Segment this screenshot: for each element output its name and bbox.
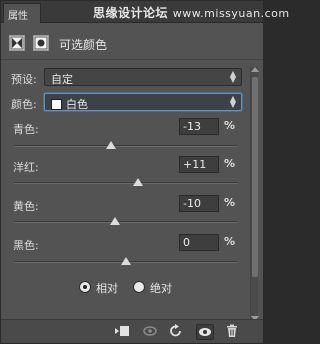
- properties-tab[interactable]: 属性: [3, 3, 41, 23]
- reset-icon[interactable]: [167, 324, 185, 340]
- watermark: 思缘设计论坛 www.missyuan.com: [93, 4, 290, 21]
- magenta-percent: %: [224, 157, 236, 170]
- magenta-slider-thumb[interactable]: [133, 178, 143, 186]
- yellow-slider-thumb[interactable]: [110, 217, 120, 225]
- properties-panel: 属性 思缘设计论坛 www.missyuan.com 可选颜色 预设: 自定 ▲…: [0, 0, 289, 344]
- cyan-percent: %: [224, 119, 236, 132]
- cyan-slider-thumb[interactable]: [106, 141, 116, 149]
- black-input[interactable]: 0: [179, 234, 219, 251]
- yellow-percent: %: [224, 196, 236, 209]
- adjustment-layer-icon[interactable]: [9, 35, 25, 51]
- preset-select[interactable]: 自定 ▲ ▼: [44, 68, 242, 86]
- scroll-up-icon[interactable]: [251, 67, 259, 72]
- preset-value: 自定: [51, 73, 73, 86]
- magenta-input[interactable]: +11: [179, 156, 219, 173]
- yellow-slider-track[interactable]: [14, 221, 238, 223]
- mask-icon[interactable]: [33, 35, 49, 51]
- view-previous-icon[interactable]: [141, 324, 159, 340]
- method-radio-group: 相对 绝对: [1, 281, 263, 297]
- select-updown-icon: ▲ ▼: [229, 69, 236, 84]
- preset-label: 预设:: [11, 73, 37, 86]
- black-slider-thumb[interactable]: [121, 257, 131, 265]
- magenta-slider-track[interactable]: [14, 182, 238, 184]
- panel-scrollbar[interactable]: [250, 67, 259, 321]
- relative-radio[interactable]: [79, 281, 91, 293]
- cyan-slider-track[interactable]: [14, 145, 238, 147]
- cyan-label: 青色:: [13, 123, 39, 136]
- panel-footer: [1, 319, 263, 343]
- clip-to-layer-icon[interactable]: [113, 324, 131, 340]
- yellow-label: 黄色:: [13, 200, 39, 213]
- colors-label: 颜色:: [11, 98, 37, 111]
- colors-select[interactable]: 白色 ▲ ▼: [44, 93, 242, 111]
- relative-label[interactable]: 相对: [96, 280, 118, 296]
- scroll-thumb[interactable]: [252, 77, 258, 277]
- watermark-brand: 思缘设计论坛: [93, 6, 169, 20]
- magenta-label: 洋红:: [13, 161, 39, 174]
- black-label: 黑色:: [13, 239, 39, 252]
- visibility-icon[interactable]: [196, 324, 214, 340]
- panel-header: 可选颜色: [1, 24, 263, 60]
- absolute-radio[interactable]: [133, 281, 145, 293]
- absolute-label[interactable]: 绝对: [150, 280, 172, 296]
- black-percent: %: [224, 235, 236, 248]
- delete-icon[interactable]: [223, 324, 241, 340]
- panel-tab-bar: 属性 思缘设计论坛 www.missyuan.com: [1, 1, 289, 23]
- select-updown-icon: ▲ ▼: [229, 94, 236, 109]
- cyan-input[interactable]: -13: [179, 118, 219, 135]
- white-swatch-icon: [51, 99, 62, 110]
- watermark-url: www.missyuan.com: [172, 7, 290, 20]
- panel-title: 可选颜色: [59, 38, 108, 52]
- yellow-input[interactable]: -10: [179, 195, 219, 212]
- colors-value: 白色: [66, 98, 88, 111]
